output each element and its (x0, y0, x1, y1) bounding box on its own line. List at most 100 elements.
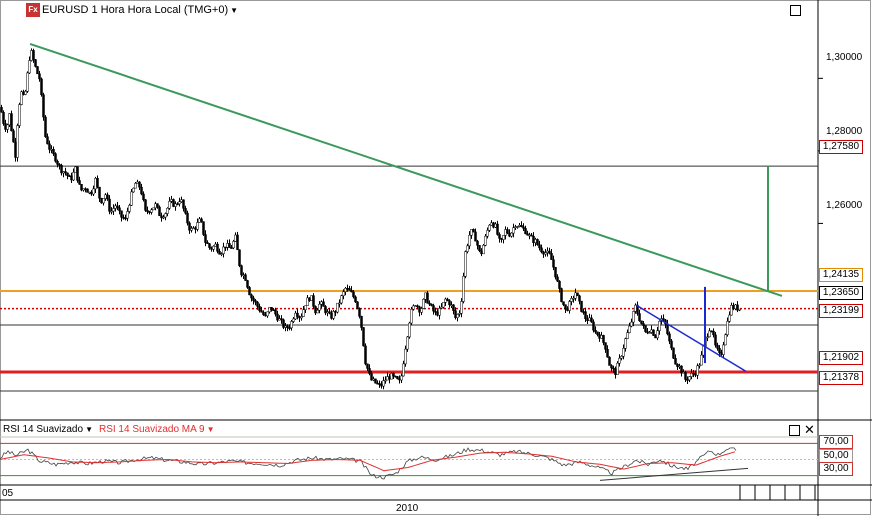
candle-body (92, 188, 95, 195)
candle-body (424, 292, 427, 300)
candle-body (468, 234, 471, 247)
candle-body (576, 292, 579, 297)
candle-body (446, 298, 449, 301)
candle-body (16, 125, 19, 158)
candle-body (172, 199, 175, 207)
candle-body (530, 234, 533, 237)
candle-body (272, 309, 275, 311)
candle-body (36, 66, 39, 75)
candle-body (544, 252, 547, 255)
candle-body (632, 311, 635, 323)
close-icon[interactable]: ✕ (804, 423, 815, 436)
candle-body (364, 345, 367, 365)
candle-body (134, 183, 137, 189)
candle-body (670, 340, 673, 349)
candle-body (264, 314, 267, 317)
candle-body (356, 301, 359, 309)
candle-body (728, 314, 731, 322)
candle-body (98, 186, 101, 199)
candle-body (152, 207, 155, 211)
candle-body (274, 309, 277, 315)
candle-body (480, 250, 483, 255)
maximize-button[interactable] (790, 5, 801, 16)
candle-body (620, 356, 623, 359)
rsi-maximize-button[interactable] (789, 425, 800, 436)
candle-body (610, 365, 613, 369)
candle-body (106, 194, 109, 200)
candle-body (142, 193, 145, 200)
chevron-down-icon[interactable]: ▼ (207, 425, 215, 434)
candle-body (136, 181, 139, 184)
candle-body (568, 301, 571, 311)
candle-body (62, 171, 65, 174)
candle-body (168, 201, 171, 209)
candle-body (396, 376, 399, 380)
candle-body (14, 141, 17, 158)
candle-body (250, 294, 253, 299)
candle-body (524, 228, 527, 235)
candle-body (124, 217, 127, 220)
candle-body (710, 330, 713, 333)
candle-body (158, 206, 161, 217)
rsi-indicator-label[interactable]: RSI 14 Suavizado (3, 424, 83, 435)
candle-body (630, 321, 633, 327)
candle-body (560, 288, 563, 302)
candle-body (154, 203, 157, 209)
candle-body (582, 311, 585, 313)
candle-body (602, 335, 605, 343)
candle-body (552, 259, 555, 268)
level-label-1-27580: 1,27580 (819, 140, 863, 154)
candle-body (400, 375, 403, 381)
candle-body (108, 198, 111, 212)
candle-body (256, 301, 259, 307)
candle-body (532, 235, 535, 243)
candle-body (486, 230, 489, 237)
candle-body (592, 321, 595, 331)
candle-body (344, 288, 347, 292)
rsi-divergence-line (599, 467, 749, 481)
candle-body (686, 379, 689, 381)
candle-body (20, 91, 23, 105)
candle-body (236, 234, 239, 251)
candle-body (672, 347, 675, 359)
price-tick-label: 1,28000 (826, 126, 863, 137)
candle-body (192, 227, 195, 230)
candle-body (554, 266, 557, 278)
candle-body (496, 223, 499, 235)
candle-body (336, 302, 339, 313)
candle-body (304, 305, 307, 310)
candle-body (214, 243, 217, 247)
candle-body (200, 218, 203, 222)
candle-body (160, 215, 163, 219)
candle-body (584, 311, 587, 319)
rsi-ma-indicator-label[interactable]: RSI 14 Suavizado MA 9 (99, 424, 205, 435)
candle-body (240, 265, 243, 276)
candle-body (362, 327, 365, 347)
candle-body (52, 149, 55, 154)
candle-body (202, 221, 205, 235)
candle-body (722, 344, 725, 355)
candle-body (228, 243, 231, 248)
chevron-down-icon[interactable]: ▼ (85, 425, 93, 434)
candle-body (114, 205, 117, 209)
candle-body (380, 383, 383, 387)
candle-body (290, 321, 293, 329)
candle-body (680, 365, 683, 374)
chart-title[interactable]: EURUSD 1 Hora Hora Local (TMG+0) (42, 4, 228, 16)
candle-body (556, 276, 559, 282)
chevron-down-icon[interactable]: ▼ (230, 6, 238, 15)
candle-body (580, 300, 583, 312)
current-price-label: 1,23650 (819, 286, 863, 300)
candle-body (34, 59, 37, 67)
candle-body (470, 229, 473, 236)
candle-body (382, 380, 385, 387)
candle-body (204, 234, 207, 243)
candle-body (126, 211, 129, 219)
candle-body (378, 383, 381, 385)
candle-body (118, 207, 121, 212)
candle-body (28, 60, 31, 74)
candle-body (282, 319, 285, 328)
candle-body (444, 298, 447, 303)
candle-body (634, 304, 637, 312)
candle-body (386, 376, 389, 381)
